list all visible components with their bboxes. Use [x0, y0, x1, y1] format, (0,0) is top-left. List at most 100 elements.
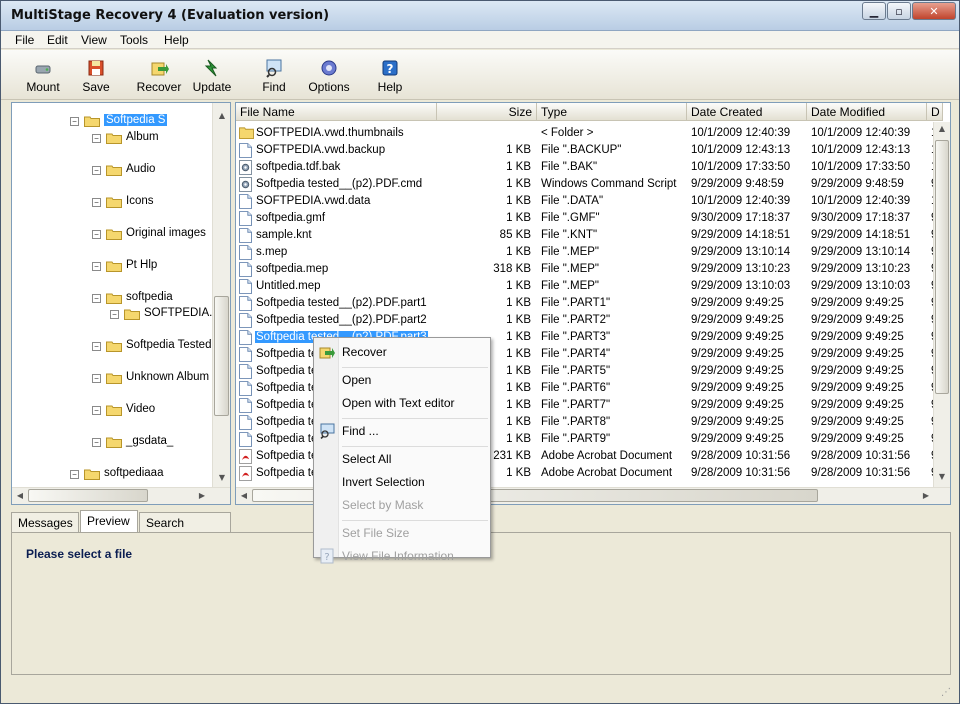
tree-hscroll-thumb[interactable]: [28, 489, 148, 502]
col-header-size[interactable]: Size: [437, 103, 537, 121]
maximize-button[interactable]: ▫: [887, 2, 911, 20]
save-button[interactable]: Save: [68, 58, 124, 98]
cell-created: 10/1/2009 12:43:13: [691, 144, 791, 156]
tab-messages[interactable]: Messages: [11, 512, 79, 532]
list-scroll-up-icon[interactable]: ▲: [934, 124, 950, 133]
list-scroll-left-icon[interactable]: ◀: [236, 491, 252, 500]
tree-item-label: Icons: [126, 195, 154, 207]
cell-modified: 9/30/2009 17:18:37: [811, 212, 911, 224]
collapse-icon[interactable]: −: [70, 117, 79, 126]
collapse-icon[interactable]: −: [92, 406, 101, 415]
cell-name: softpedia.tdf.bak: [256, 161, 341, 173]
find-label: Find: [262, 80, 286, 94]
find-button[interactable]: Find: [246, 58, 302, 98]
col-header-extra[interactable]: D: [927, 103, 943, 121]
folder-tree[interactable]: − Softpedia S − Album − Audio − Icons − Original …: [11, 102, 231, 505]
menu-tools[interactable]: Tools: [120, 33, 148, 47]
update-label: Update: [192, 80, 232, 94]
collapse-icon[interactable]: −: [92, 374, 101, 383]
context-menu-item[interactable]: Open: [342, 373, 371, 393]
collapse-icon[interactable]: −: [92, 198, 101, 207]
close-button[interactable]: ✕: [912, 2, 956, 20]
list-scroll-right-icon[interactable]: ▶: [918, 491, 934, 500]
options-button[interactable]: Options: [301, 58, 357, 98]
cell-type: File ".PART5": [541, 365, 611, 377]
document-icon: [239, 432, 252, 447]
scroll-right-icon[interactable]: ▶: [194, 491, 210, 500]
save-label: Save: [82, 80, 110, 94]
tree-hscrollbar[interactable]: ◀ ▶: [12, 487, 230, 504]
find-icon: [266, 59, 282, 78]
recover-label: Recover: [136, 80, 182, 94]
collapse-icon[interactable]: −: [110, 310, 119, 319]
scroll-up-icon[interactable]: ▲: [214, 111, 230, 120]
col-header-name[interactable]: File Name: [236, 103, 437, 121]
collapse-icon[interactable]: −: [92, 438, 101, 447]
menu-file[interactable]: File: [15, 33, 34, 47]
recover-button[interactable]: Recover: [130, 58, 188, 98]
mount-button[interactable]: Mount: [15, 58, 71, 98]
col-header-modified[interactable]: Date Modified: [807, 103, 927, 121]
table-row[interactable]: sample.knt 85 KB File ".KNT" 9/29/2009 14:1…: [236, 227, 937, 244]
col-header-created[interactable]: Date Created: [687, 103, 807, 121]
collapse-icon[interactable]: −: [92, 342, 101, 351]
col-header-type[interactable]: Type: [537, 103, 687, 121]
list-scroll-down-icon[interactable]: ▼: [934, 472, 950, 481]
table-row[interactable]: Softpedia tested__(p2).PDF.part1 1 KB File…: [236, 295, 937, 312]
table-row[interactable]: Untitled.mep 1 KB File ".MEP" 9/29/2009 13:…: [236, 278, 937, 295]
table-row[interactable]: Softpedia tested__(p2).PDF.part2 1 KB File…: [236, 312, 937, 329]
context-menu-item[interactable]: Select by Mask: [342, 498, 423, 518]
menu-separator: [342, 520, 488, 521]
menu-help[interactable]: Help: [164, 33, 189, 47]
cell-name: Softpedia tested__(p2).PDF.part1: [256, 297, 427, 309]
menu-edit[interactable]: Edit: [47, 33, 68, 47]
collapse-icon[interactable]: −: [92, 134, 101, 143]
context-menu-item[interactable]: Select All: [342, 452, 391, 472]
script-file-icon: [239, 160, 252, 175]
table-row[interactable]: Softpedia tested__(p2).PDF.cmd 1 KB Window…: [236, 176, 937, 193]
cell-type: File ".PART9": [541, 433, 611, 445]
scroll-down-icon[interactable]: ▼: [214, 473, 230, 482]
scroll-left-icon[interactable]: ◀: [12, 491, 28, 500]
cell-name: SOFTPEDIA.vwd.backup: [256, 144, 386, 156]
cell-created: 9/29/2009 9:49:25: [691, 331, 784, 343]
table-row[interactable]: SOFTPEDIA.vwd.data 1 KB File ".DATA" 10/1/2…: [236, 193, 937, 210]
collapse-icon[interactable]: −: [92, 294, 101, 303]
resize-grip-icon[interactable]: ⋰: [941, 687, 951, 698]
collapse-icon[interactable]: −: [92, 230, 101, 239]
cell-modified: 9/29/2009 9:49:25: [811, 331, 904, 343]
cell-modified: 9/28/2009 10:31:56: [811, 450, 911, 462]
context-menu-item[interactable]: Set File Size: [342, 526, 409, 546]
collapse-icon[interactable]: −: [92, 262, 101, 271]
table-row[interactable]: softpedia.gmf 1 KB File ".GMF" 9/30/2009 17…: [236, 210, 937, 227]
cell-modified: 9/29/2009 9:49:25: [811, 382, 904, 394]
pdf-file-icon: [239, 466, 252, 481]
tab-preview[interactable]: Preview: [80, 510, 138, 532]
table-row[interactable]: s.mep 1 KB File ".MEP" 9/29/2009 13:10:14 9/…: [236, 244, 937, 261]
menu-view[interactable]: View: [81, 33, 107, 47]
context-menu-item[interactable]: Find ...: [342, 424, 379, 444]
table-row[interactable]: SOFTPEDIA.vwd.thumbnails < Folder > 10/1/2…: [236, 125, 937, 142]
table-row[interactable]: SOFTPEDIA.vwd.backup 1 KB File ".BACKUP" 10…: [236, 142, 937, 159]
list-vscroll-thumb[interactable]: [935, 140, 949, 394]
document-icon: [239, 330, 252, 345]
title-bar[interactable]: MultiStage Recovery 4 (Evaluation versio…: [1, 1, 959, 31]
tab-search-results[interactable]: Search Results: [139, 512, 231, 544]
collapse-icon[interactable]: −: [70, 470, 79, 479]
update-button[interactable]: Update: [184, 58, 240, 98]
tree-vscroll-thumb[interactable]: [214, 296, 229, 416]
cell-type: File ".PART2": [541, 314, 611, 326]
table-row[interactable]: softpedia.tdf.bak 1 KB File ".BAK" 10/1/200…: [236, 159, 937, 176]
context-menu-item[interactable]: Invert Selection: [342, 475, 425, 495]
cell-name: SOFTPEDIA.vwd.data: [256, 195, 371, 207]
context-menu-item[interactable]: Open with Text editor: [342, 396, 455, 416]
list-vscrollbar[interactable]: ▲ ▼: [933, 122, 950, 487]
tree-vscrollbar[interactable]: ▲ ▼: [212, 103, 230, 487]
context-menu-item[interactable]: Recover: [342, 345, 387, 365]
collapse-icon[interactable]: −: [92, 166, 101, 175]
minimize-button[interactable]: ▁: [862, 2, 886, 20]
context-menu-item[interactable]: View File Information: [342, 549, 454, 569]
mount-label: Mount: [26, 80, 60, 94]
help-button[interactable]: ? Help: [362, 58, 418, 98]
table-row[interactable]: softpedia.mep 318 KB File ".MEP" 9/29/2009 …: [236, 261, 937, 278]
